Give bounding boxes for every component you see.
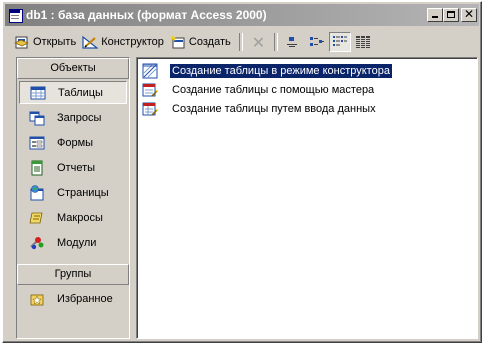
objects-item-label: Макросы (57, 211, 103, 224)
close-button[interactable]: ✕ (461, 7, 477, 22)
query-icon (29, 111, 45, 125)
objects-item-queries[interactable]: Запросы (19, 106, 127, 129)
objects-item-reports[interactable]: Отчеты (19, 156, 127, 179)
macro-icon (29, 212, 43, 223)
maximize-button[interactable] (443, 8, 459, 22)
objects-item-macros[interactable]: Макросы (19, 206, 127, 229)
wizard-table-icon (142, 83, 158, 97)
objects-item-label: Таблицы (58, 86, 103, 99)
datasheet-table-icon (142, 102, 158, 116)
favorites-icon (30, 294, 44, 305)
create-button[interactable]: Создать (167, 32, 234, 52)
list-view-button[interactable] (329, 32, 352, 52)
delete-button[interactable]: ✕ (248, 32, 269, 52)
large-icons-button[interactable] (283, 32, 305, 52)
database-window: db1 : база данных (формат Access 2000) ✕… (2, 1, 482, 343)
list-item-create-by-datasheet[interactable]: Создание таблицы путем ввода данных (142, 100, 378, 118)
page-icon (30, 184, 44, 200)
objects-list-view: Создание таблицы в режиме конструктора С… (136, 57, 478, 339)
objects-item-label: Модули (57, 236, 97, 249)
table-icon (30, 86, 46, 99)
small-icons-icon (310, 37, 325, 46)
large-icons-icon (287, 37, 298, 47)
list-item-label: Создание таблицы в режиме конструктора (169, 63, 393, 79)
design-button[interactable]: Конструктор (79, 32, 167, 52)
toolbar-separator (274, 33, 279, 51)
objects-item-label: Запросы (57, 111, 102, 124)
objects-list: Таблицы Запросы Формы Отчеты Страницы Ма… (17, 79, 129, 254)
delete-icon: ✕ (251, 32, 266, 52)
create-label: Создать (188, 36, 231, 48)
minimize-button[interactable] (427, 8, 443, 22)
groups-item-favorites[interactable]: Избранное (19, 287, 127, 310)
close-icon: ✕ (463, 7, 475, 21)
list-item-label: Создание таблицы путем ввода данных (172, 103, 376, 115)
objects-item-tables[interactable]: Таблицы (19, 81, 127, 104)
objects-item-label: Формы (57, 136, 94, 149)
design-table-icon (142, 63, 158, 79)
toolbar-separator (238, 33, 243, 51)
design-icon (82, 35, 99, 49)
list-item-create-with-wizard[interactable]: Создание таблицы с помощью мастера (142, 81, 376, 99)
list-view-icon (333, 36, 348, 46)
form-icon (29, 136, 45, 149)
groups-item-label: Избранное (57, 292, 113, 305)
design-label: Конструктор (101, 36, 164, 48)
new-icon (169, 35, 185, 49)
database-icon (8, 8, 23, 23)
objects-item-modules[interactable]: Модули (19, 231, 127, 254)
details-view-button[interactable] (352, 32, 374, 52)
objects-header[interactable]: Объекты (17, 58, 129, 79)
minimize-icon (432, 16, 438, 18)
module-icon (30, 236, 44, 249)
open-icon (14, 36, 29, 49)
list-item-create-in-design[interactable]: Создание таблицы в режиме конструктора (142, 62, 393, 80)
title-buttons: ✕ (427, 7, 477, 22)
details-view-icon (356, 36, 371, 48)
title-bar[interactable]: db1 : база данных (формат Access 2000) ✕ (5, 4, 479, 26)
objects-item-label: Отчеты (57, 161, 96, 174)
small-icons-button[interactable] (306, 32, 328, 52)
objects-bar: Объекты Таблицы Запросы Формы Отчеты Стр… (16, 57, 130, 339)
objects-item-forms[interactable]: Формы (19, 131, 127, 154)
groups-list: Избранное (17, 285, 129, 310)
maximize-icon (447, 11, 455, 18)
list-item-label: Создание таблицы с помощью мастера (172, 84, 375, 96)
groups-header[interactable]: Группы (17, 264, 129, 285)
toolbar: Открыть Конструктор Создать ✕ (11, 31, 477, 53)
report-icon (31, 160, 43, 175)
window-title: db1 : база данных (формат Access 2000) (26, 8, 267, 22)
objects-item-label: Страницы (57, 186, 109, 199)
open-label: Открыть (33, 36, 77, 48)
objects-item-pages[interactable]: Страницы (19, 181, 127, 204)
open-button[interactable]: Открыть (11, 32, 79, 52)
